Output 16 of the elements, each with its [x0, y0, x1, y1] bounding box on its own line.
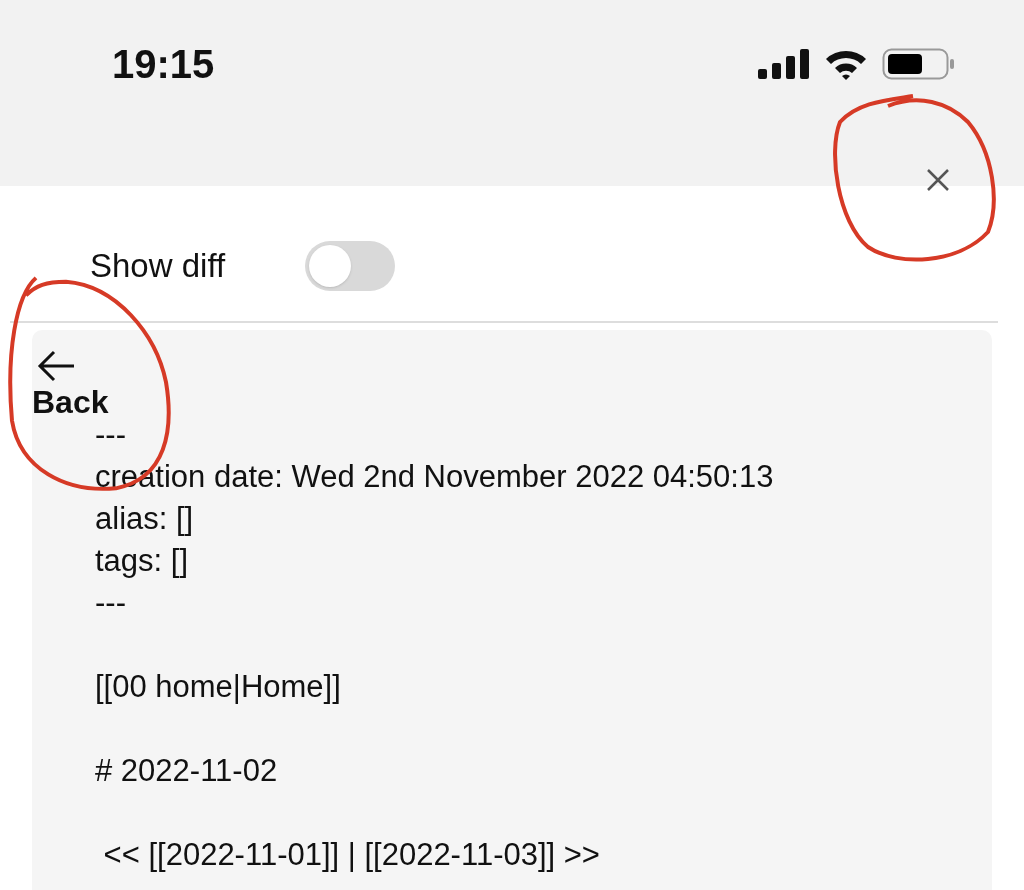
- wifi-icon: [824, 48, 868, 80]
- back-arrow-icon: [36, 348, 76, 384]
- note-line: ---: [95, 416, 127, 454]
- battery-icon: [882, 48, 956, 80]
- note-line: [[00 home|Home]]: [95, 668, 342, 706]
- back-button[interactable]: Back: [32, 348, 109, 418]
- note-line: ---: [95, 584, 127, 622]
- show-diff-toggle[interactable]: [305, 240, 395, 291]
- note-line: # 2022-11-02: [95, 752, 279, 790]
- status-time: 19:15: [112, 44, 215, 84]
- signal-icon: [758, 49, 810, 79]
- note-line: alias: []: [95, 500, 195, 538]
- close-icon: [926, 168, 950, 192]
- note-line: tags: []: [95, 542, 190, 580]
- show-diff-label: Show diff: [90, 245, 227, 286]
- note-line: << [[2022-11-01]] | [[2022-11-03]] >>: [102, 836, 601, 874]
